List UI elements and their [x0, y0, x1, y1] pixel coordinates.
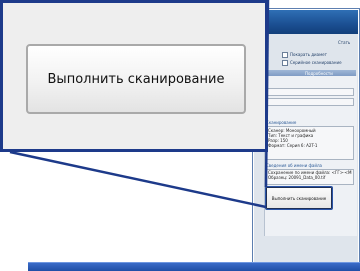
scan-button-zoomed[interactable]: Выполнить сканирование [26, 44, 246, 114]
callout-line-bottom [9, 150, 267, 209]
